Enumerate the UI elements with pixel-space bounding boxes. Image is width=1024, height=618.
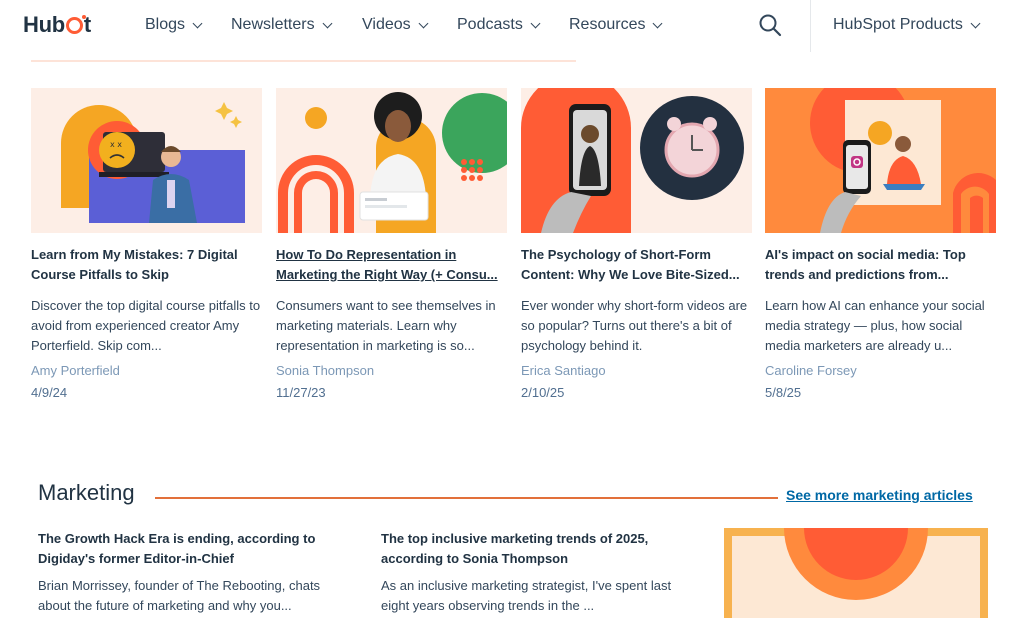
nav-item-label: Newsletters: [231, 16, 315, 33]
nav-item-blogs[interactable]: Blogs: [145, 16, 203, 34]
article-description: Discover the top digital course pitfalls…: [31, 298, 261, 353]
nav-item-newsletters[interactable]: Newsletters: [231, 16, 333, 34]
nav-item-label: Blogs: [145, 16, 186, 33]
see-more-link[interactable]: See more marketing articles: [786, 487, 973, 503]
article-date: 5/8/25: [765, 385, 802, 400]
marketing-article-title[interactable]: The top inclusive marketing trends of 20…: [381, 529, 691, 569]
article-title[interactable]: Learn from My Mistakes: 7 Digital Course…: [31, 245, 262, 285]
chevron-down-icon: [418, 18, 429, 28]
article-thumbnail[interactable]: [276, 88, 507, 233]
article-card[interactable]: x x Learn from My Mistakes: 7 Digital Co…: [31, 88, 262, 400]
section-divider: [155, 497, 778, 499]
article-author[interactable]: Sonia Thompson: [276, 363, 507, 378]
nav-divider: [810, 0, 811, 52]
article-thumbnail[interactable]: [765, 88, 996, 233]
article-title[interactable]: The Psychology of Short-Form Content: Wh…: [521, 245, 752, 285]
chevron-down-icon: [530, 18, 541, 28]
article-thumbnail[interactable]: x x: [31, 88, 262, 233]
nav-item-label: Videos: [362, 16, 411, 33]
article-author[interactable]: Erica Santiago: [521, 363, 752, 378]
nav-item-label: HubSpot Products: [833, 16, 963, 33]
sprocket-icon: [65, 15, 86, 34]
article-card[interactable]: AI's impact on social media: Top trends …: [765, 88, 996, 400]
article-card[interactable]: How To Do Representation in Marketing th…: [276, 88, 507, 400]
marketing-article-thumbnail[interactable]: [724, 528, 988, 618]
marketing-article-description: Brian Morrissey, founder of The Rebootin…: [38, 578, 321, 613]
article-date: 11/27/23: [276, 385, 326, 400]
article-thumbnail[interactable]: [521, 88, 752, 233]
chevron-down-icon: [192, 18, 203, 28]
chevron-down-icon: [653, 18, 663, 28]
marketing-article-description: As an inclusive marketing strategist, I'…: [381, 578, 672, 613]
article-date: 4/9/24: [31, 385, 68, 400]
article-description: Consumers want to see themselves in mark…: [276, 298, 496, 353]
chevron-down-icon: [322, 18, 333, 28]
marketing-article-title[interactable]: The Growth Hack Era is ending, according…: [38, 529, 338, 569]
top-navigation: Hub t Blogs Newsletters Videos Podcasts R…: [0, 0, 1024, 52]
section-title: Marketing: [38, 480, 135, 505]
search-icon[interactable]: [758, 13, 782, 37]
scroll-progress-line: [31, 60, 576, 62]
nav-item-label: Resources: [569, 16, 646, 33]
svg-text:x x: x x: [110, 140, 122, 149]
hubspot-products-menu[interactable]: HubSpot Products: [833, 16, 981, 34]
article-title[interactable]: AI's impact on social media: Top trends …: [765, 245, 996, 285]
article-description: Learn how AI can enhance your social med…: [765, 298, 985, 353]
nav-item-videos[interactable]: Videos: [362, 16, 429, 34]
article-title[interactable]: How To Do Representation in Marketing th…: [276, 245, 507, 285]
article-card[interactable]: The Psychology of Short-Form Content: Wh…: [521, 88, 752, 400]
nav-item-podcasts[interactable]: Podcasts: [457, 16, 541, 34]
article-description: Ever wonder why short-form videos are so…: [521, 298, 748, 353]
hubspot-logo[interactable]: Hub t: [23, 12, 91, 38]
article-date: 2/10/25: [521, 385, 565, 400]
article-author[interactable]: Caroline Forsey: [765, 363, 996, 378]
article-author[interactable]: Amy Porterfield: [31, 363, 262, 378]
nav-item-label: Podcasts: [457, 16, 523, 33]
chevron-down-icon: [970, 18, 981, 28]
nav-item-resources[interactable]: Resources: [569, 16, 663, 34]
